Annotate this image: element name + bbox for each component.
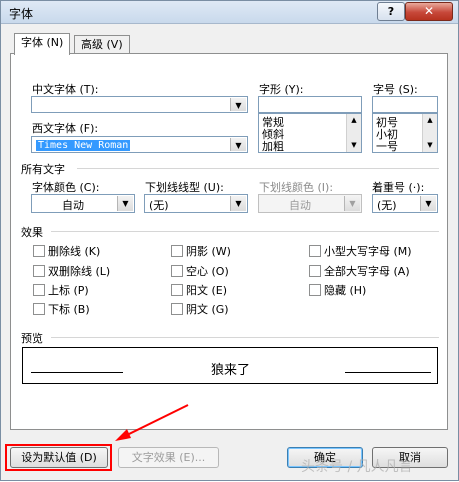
arrow-head-icon <box>115 429 131 441</box>
annotation-arrow <box>115 404 189 441</box>
watermark: 头条号 / 凡人凡言 <box>301 459 413 475</box>
arrow-line <box>122 404 189 438</box>
tab-font[interactable]: 字体 (N) <box>14 33 71 55</box>
font-dialog: 字体 ? ✕ 字体 (N) 高级 (V) 中文字体 (T): ▼ 西文字体 (F… <box>0 0 459 481</box>
